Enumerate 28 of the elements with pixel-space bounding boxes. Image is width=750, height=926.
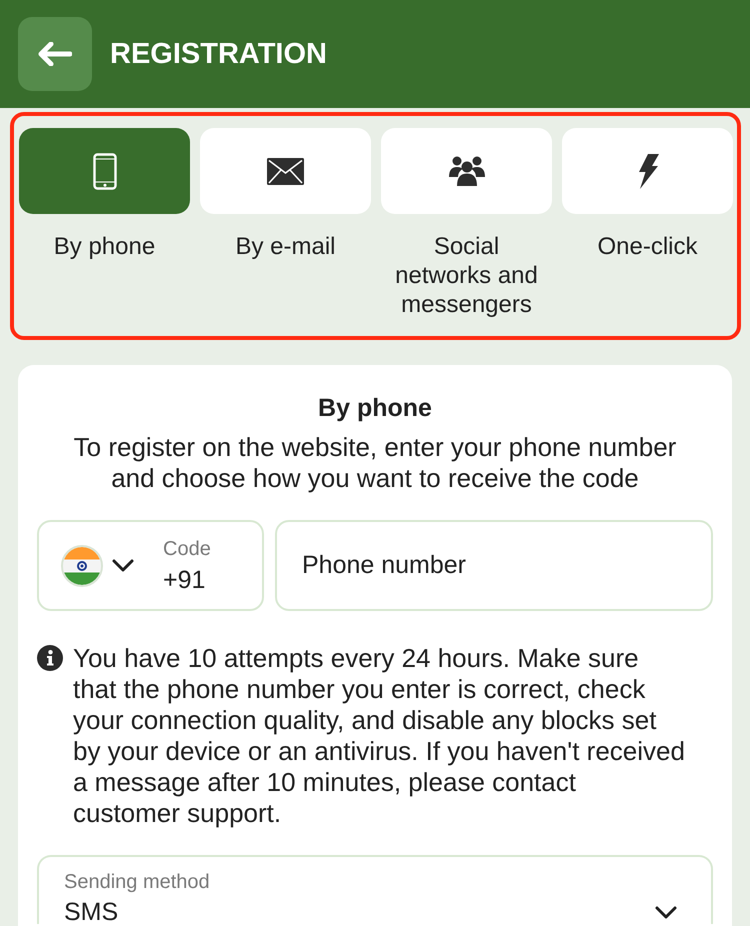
select-value: SMS [64, 897, 120, 926]
tab-label: By e-mail [235, 232, 336, 261]
phone-number-field[interactable]: Phone number [275, 520, 713, 611]
page-title: REGISTRATION [110, 37, 327, 72]
back-arrow-icon [38, 42, 72, 66]
notice-text: You have 10 attempts every 24 hours. Make sure that the phone number you enter is correct, check your connection quality, and disable any blocks set by your device or an antivirus. If you haven't received a message after 10 minutes, please contact customer support. [73, 643, 686, 829]
tab-label: One-click [597, 232, 698, 261]
form-description: To register on the website, enter your phone number and choose how you want to receive the code [72, 432, 678, 494]
method-tab[interactable] [381, 128, 552, 214]
country-picker[interactable] [61, 544, 134, 586]
back-button[interactable] [18, 17, 92, 91]
field-value: +91 [163, 564, 206, 594]
tab-label: By phone [54, 232, 156, 261]
envelope-icon [267, 158, 304, 184]
flag-icon [61, 544, 103, 586]
method-tab[interactable] [200, 128, 371, 214]
field-label: Sending method [64, 870, 210, 894]
country-code-field[interactable]: Code +91 [37, 520, 264, 611]
chevron-down-icon [112, 559, 134, 572]
info-icon [37, 645, 63, 671]
lightning-bolt-icon [636, 154, 658, 188]
tab-label: Social networks and messengers [394, 232, 539, 319]
smartphone-icon [92, 152, 116, 190]
form-title: By phone [318, 393, 432, 423]
people-group-icon [448, 156, 484, 186]
chevron-down-icon [655, 906, 677, 919]
sending-method-select[interactable]: Sending method SMS [37, 855, 713, 924]
field-label: Code [163, 536, 211, 560]
